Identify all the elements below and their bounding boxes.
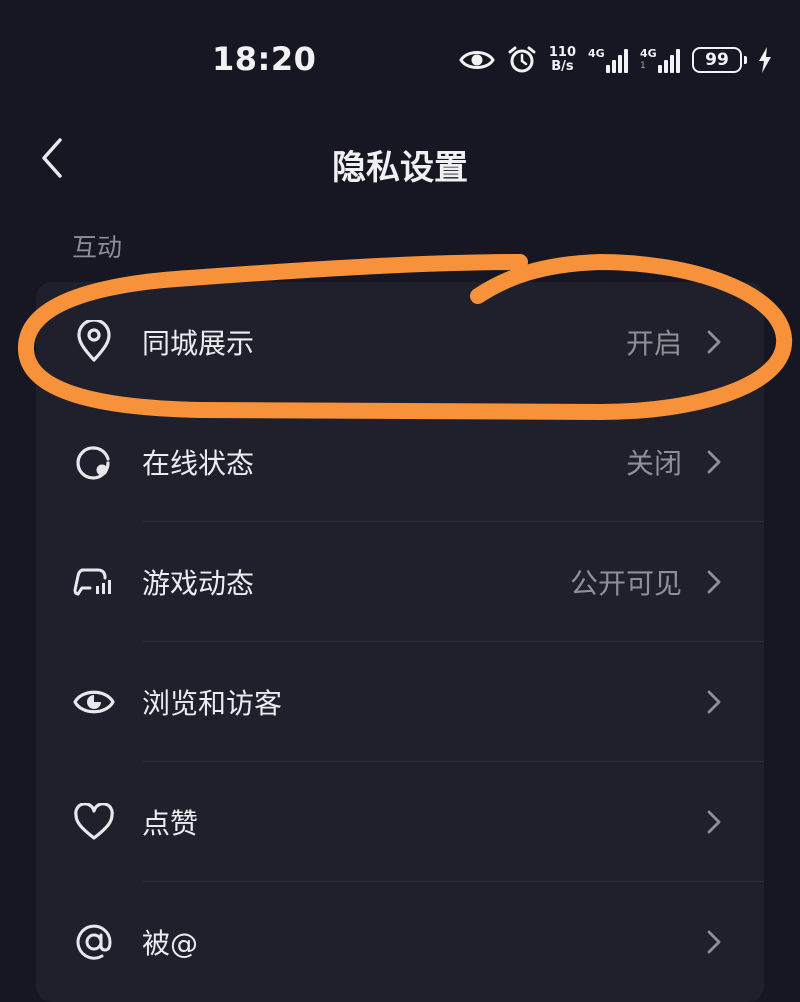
nav-header: 隐私设置 [0,120,800,200]
network-speed-value: 110 [548,45,576,60]
status-clock: 18:20 [212,40,317,78]
chevron-right-icon [700,808,728,836]
section-title: 互动 [72,233,123,262]
setting-row-game-activity[interactable]: 游戏动态 公开可见 [36,522,764,642]
setting-row-views-and-visitors[interactable]: 浏览和访客 [36,642,764,762]
setting-label: 游戏动态 [142,567,255,600]
chevron-right-icon [700,448,728,476]
chevron-right-icon [700,328,728,356]
eye-icon [459,48,495,72]
sim2-label: 4G [640,47,657,60]
location-pin-icon [72,320,116,364]
eye-icon [72,680,116,724]
battery-level: 99 [705,50,729,70]
chevron-right-icon [700,928,728,956]
setting-row-likes[interactable]: 点赞 [36,762,764,882]
at-sign-icon [72,920,116,964]
settings-list: 同城展示 开启 在线状态 关闭 游戏动态 公开可见 浏览和访客 点赞 被@ [36,282,764,1002]
setting-label: 浏览和访客 [142,687,283,720]
signal-icon: 4G [588,47,628,73]
status-icons: 110 B/s 4G 4G 1 99 [459,40,772,80]
battery-icon: 99 [692,47,747,73]
setting-label: 点赞 [142,807,199,840]
setting-label: 同城展示 [142,327,255,360]
network-speed: 110 B/s [549,46,576,74]
setting-row-mentions[interactable]: 被@ [36,882,764,1002]
setting-row-nearby-display[interactable]: 同城展示 开启 [36,282,764,402]
online-status-icon [72,440,116,484]
sim1-label: 4G [588,47,605,60]
signal-icon: 4G 1 [640,47,680,73]
alarm-icon [507,45,537,75]
network-speed-unit: B/s [551,59,574,74]
setting-label: 被@ [142,927,199,960]
sim2-sub: 1 [640,61,646,71]
chevron-right-icon [700,688,728,716]
status-bar: 18:20 110 B/s 4G 4G 1 99 [0,0,800,120]
chevron-right-icon [700,568,728,596]
setting-value: 开启 [625,327,682,360]
heart-icon [72,800,116,844]
page-title: 隐私设置 [332,148,468,188]
game-controller-icon [72,560,116,604]
charging-bolt-icon [758,47,772,73]
setting-label: 在线状态 [142,447,255,480]
setting-value: 公开可见 [569,567,682,600]
setting-row-online-status[interactable]: 在线状态 关闭 [36,402,764,522]
setting-value: 关闭 [625,447,682,480]
